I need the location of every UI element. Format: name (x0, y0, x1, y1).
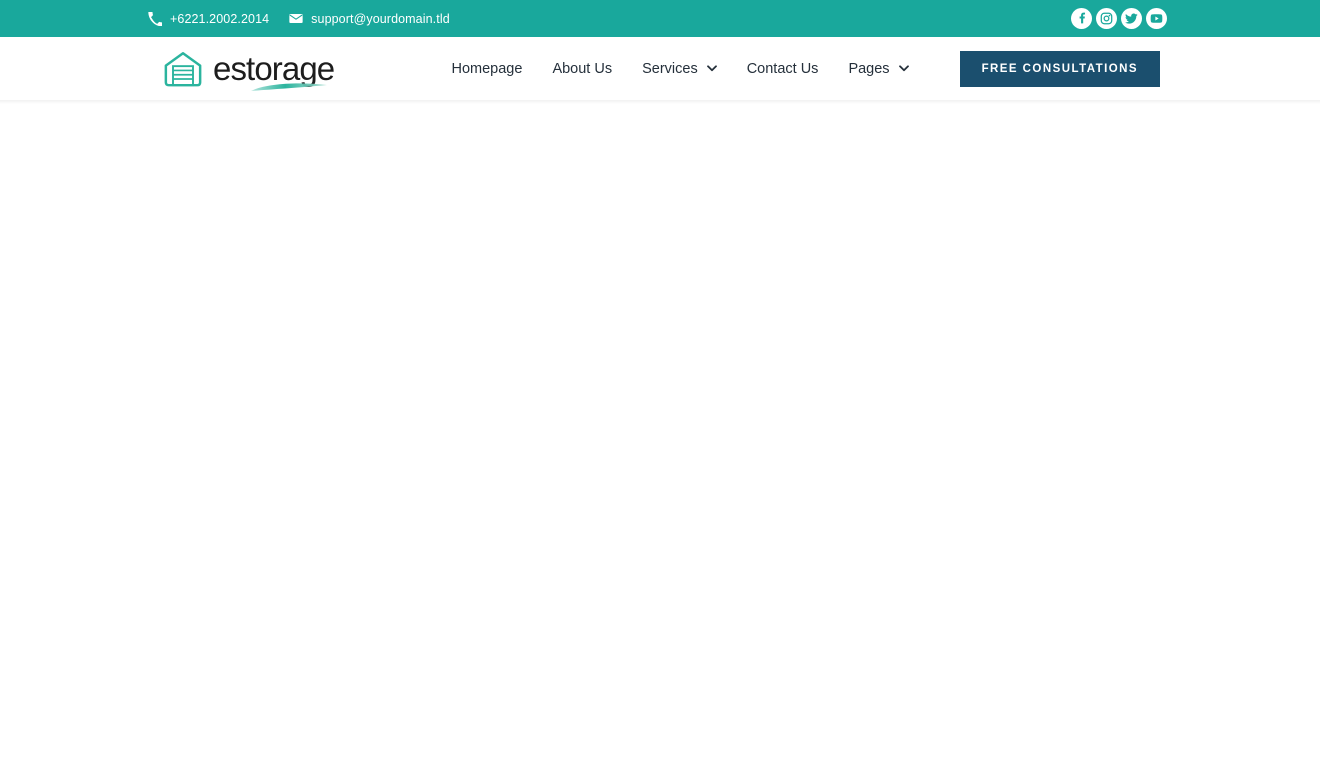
social-links (1071, 8, 1320, 29)
nav-label: Contact Us (746, 60, 819, 77)
chevron-down-icon (706, 65, 717, 72)
phone-icon (148, 11, 162, 26)
email-contact-link[interactable]: support@yourdomain.tld (289, 12, 450, 26)
free-consultations-button[interactable]: FREE CONSULTATIONS (959, 50, 1160, 87)
nav-label: Pages (848, 60, 890, 77)
top-contact-bar: +6221.2002.2014 support@yourdomain.tld (0, 0, 1320, 37)
phone-contact-link[interactable]: +6221.2002.2014 (148, 11, 270, 26)
top-contact-info: +6221.2002.2014 support@yourdomain.tld (148, 11, 450, 26)
nav-item-homepage[interactable]: Homepage (452, 61, 538, 77)
instagram-icon (1100, 12, 1113, 25)
phone-number-text: +6221.2002.2014 (170, 11, 270, 26)
nav-item-about-us[interactable]: About Us (537, 61, 627, 77)
chevron-down-icon (898, 65, 909, 72)
logo-swoosh (251, 83, 327, 91)
youtube-icon (1150, 12, 1163, 25)
nav-label: Services (642, 60, 698, 77)
storage-unit-icon (162, 49, 204, 89)
page-content-area (0, 100, 1320, 757)
facebook-icon (1075, 12, 1088, 25)
main-navigation: Homepage About Us Services Contact Us Pa… (452, 50, 1160, 87)
youtube-link[interactable] (1146, 8, 1167, 29)
facebook-link[interactable] (1071, 8, 1092, 29)
envelope-icon (289, 12, 303, 26)
nav-item-contact-us[interactable]: Contact Us (732, 61, 834, 77)
email-address-text: support@yourdomain.tld (311, 11, 450, 26)
twitter-icon (1125, 12, 1138, 25)
instagram-link[interactable] (1096, 8, 1117, 29)
twitter-link[interactable] (1121, 8, 1142, 29)
nav-label: About Us (552, 60, 613, 77)
site-header: estorage Homepage About Us Services Cont… (0, 37, 1320, 104)
nav-label: Homepage (451, 60, 523, 77)
nav-item-services[interactable]: Services (627, 61, 732, 77)
site-logo[interactable]: estorage (162, 49, 335, 91)
nav-item-pages[interactable]: Pages (833, 61, 923, 77)
